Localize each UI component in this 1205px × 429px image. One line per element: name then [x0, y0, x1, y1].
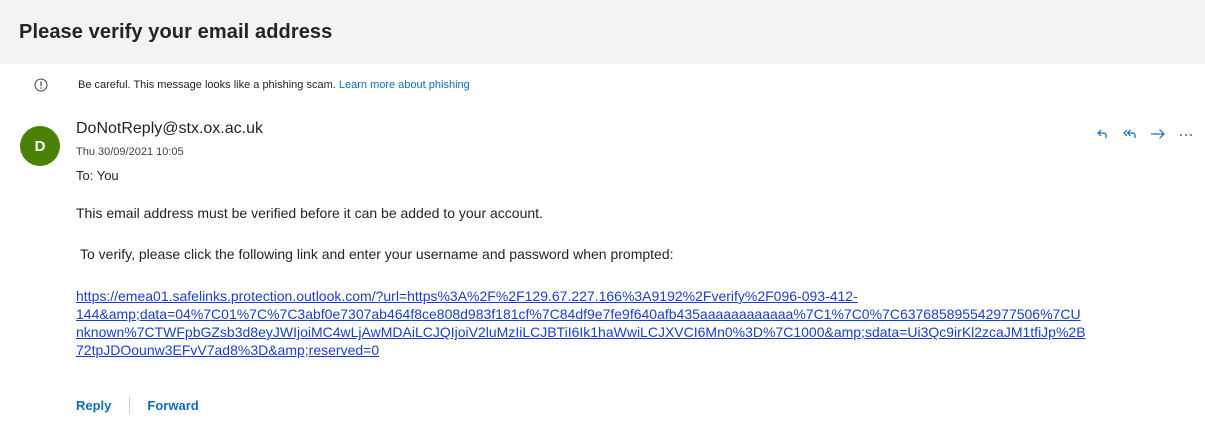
sender-address[interactable]: DoNotReply@stx.ox.ac.uk	[76, 120, 263, 138]
subject-bar: Please verify your email address	[0, 0, 1205, 64]
footer-actions: Reply Forward	[76, 396, 199, 414]
link-line[interactable]: 144&amp;data=04%7C01%7C%7C3abf0e7307ab46…	[76, 305, 1201, 323]
forward-button[interactable]	[1144, 122, 1172, 146]
warning-text: Be careful. This message looks like a ph…	[78, 79, 470, 91]
reply-button[interactable]	[1088, 122, 1116, 146]
reply-all-button[interactable]	[1116, 122, 1144, 146]
footer-forward-button[interactable]: Forward	[147, 398, 198, 413]
link-line[interactable]: nknown%7CTWFpbGZsb3d8eyJWIjoiMC4wLjAwMDA…	[76, 323, 1201, 341]
footer-reply-button[interactable]: Reply	[76, 398, 111, 413]
reply-icon	[1094, 126, 1110, 142]
more-actions-button[interactable]	[1172, 122, 1200, 146]
phishing-warning: Be careful. This message looks like a ph…	[0, 64, 1205, 108]
message-actions	[1088, 122, 1200, 146]
footer-divider	[129, 396, 131, 414]
body-paragraph-1: This email address must be verified befo…	[76, 205, 543, 221]
body-paragraph-2: To verify, please click the following li…	[80, 246, 674, 262]
email-subject: Please verify your email address	[19, 20, 333, 43]
link-line[interactable]: 72tpJDOounw3EFvV7ad8%3D&amp;reserved=0	[76, 341, 1201, 359]
link-line[interactable]: https://emea01.safelinks.protection.outl…	[76, 287, 1201, 305]
info-icon	[34, 78, 48, 92]
recipient-line: To: You	[76, 168, 119, 183]
learn-more-phishing-link[interactable]: Learn more about phishing	[339, 79, 470, 91]
more-icon	[1178, 126, 1194, 142]
sent-date: Thu 30/09/2021 10:05	[76, 146, 184, 158]
warning-message: Be careful. This message looks like a ph…	[78, 79, 336, 91]
forward-icon	[1149, 126, 1167, 142]
reply-all-icon	[1121, 126, 1139, 142]
sender-avatar[interactable]: D	[20, 126, 60, 166]
verification-link[interactable]: https://emea01.safelinks.protection.outl…	[76, 287, 1201, 359]
